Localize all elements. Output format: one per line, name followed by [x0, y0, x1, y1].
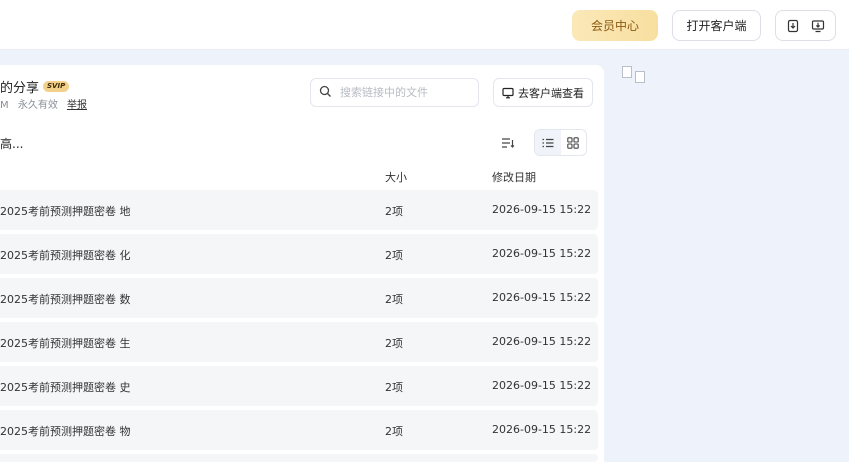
file-date: 2026-09-15 15:22 [492, 379, 592, 392]
sort-icon[interactable] [495, 131, 521, 155]
column-header-modified[interactable]: 修改日期 [492, 169, 536, 185]
file-size: 2项 [385, 425, 403, 438]
grid-view-icon[interactable] [561, 130, 587, 155]
share-title: 的分享 SVIP [0, 77, 70, 96]
view-in-client-label: 去客户端查看 [518, 86, 584, 100]
member-center-button[interactable]: 会员中心 [572, 10, 658, 41]
download-icon-group [775, 10, 836, 41]
file-size: 2项 [385, 337, 403, 350]
table-row[interactable]: 2025考前预测押题密卷 生 2项 2026-09-15 15:22 [0, 322, 598, 362]
monitor-icon [502, 87, 514, 98]
file-name[interactable]: 2025考前预测押题密卷 化 [0, 247, 131, 263]
file-size: 2项 [385, 293, 403, 306]
monitor-download-icon[interactable] [808, 16, 828, 36]
broken-image-icon [622, 66, 632, 78]
view-in-client-button[interactable]: 去客户端查看 [493, 78, 593, 107]
report-link[interactable]: 举报 [67, 100, 87, 111]
share-size: M [0, 100, 9, 111]
table-row[interactable]: 2025考前预测押题密卷 化 2项 2026-09-15 15:22 [0, 234, 598, 274]
search-input[interactable] [338, 85, 472, 100]
column-header-size[interactable]: 大小 [385, 169, 407, 185]
file-size: 2项 [385, 381, 403, 394]
search-icon [319, 83, 332, 102]
list-view-icon[interactable] [535, 130, 561, 155]
file-date: 2026-09-15 15:22 [492, 203, 592, 216]
search-box[interactable] [310, 78, 479, 107]
top-bar: 会员中心 打开客户端 [0, 0, 849, 50]
svip-badge: SVIP [43, 81, 70, 92]
share-title-text: 的分享 [0, 81, 40, 96]
file-date: 2026-09-15 15:22 [492, 247, 592, 260]
file-name[interactable]: 2025考前预测押题密卷 生 [0, 335, 131, 351]
table-row[interactable]: 2025考前预测押题密卷 史 2项 2026-09-15 15:22 [0, 366, 598, 406]
folder-path: 高... [0, 137, 24, 151]
table-row[interactable]: 2025考前预测押题密卷 物 2项 2026-09-15 15:22 [0, 410, 598, 450]
file-date: 2026-09-15 15:22 [492, 335, 592, 348]
share-validity: 永久有效 [17, 100, 58, 111]
open-client-button[interactable]: 打开客户端 [672, 10, 761, 41]
file-name[interactable]: 2025考前预测押题密卷 物 [0, 423, 131, 439]
file-name[interactable]: 2025考前预测押题密卷 数 [0, 291, 131, 307]
table-row[interactable] [0, 454, 598, 462]
file-size: 2项 [385, 205, 403, 218]
file-name[interactable]: 2025考前预测押题密卷 地 [0, 203, 131, 219]
file-date: 2026-09-15 15:22 [492, 291, 592, 304]
file-size: 2项 [385, 249, 403, 262]
table-row[interactable]: 2025考前预测押题密卷 地 2项 2026-09-15 15:22 [0, 190, 598, 230]
download-icon[interactable] [783, 16, 803, 36]
file-date: 2026-09-15 15:22 [492, 423, 592, 436]
share-meta: M 永久有效 举报 [0, 96, 87, 111]
view-toggle [534, 129, 587, 156]
file-name[interactable]: 2025考前预测押题密卷 史 [0, 379, 131, 395]
broken-image-icon [635, 71, 645, 83]
table-row[interactable]: 2025考前预测押题密卷 数 2项 2026-09-15 15:22 [0, 278, 598, 318]
